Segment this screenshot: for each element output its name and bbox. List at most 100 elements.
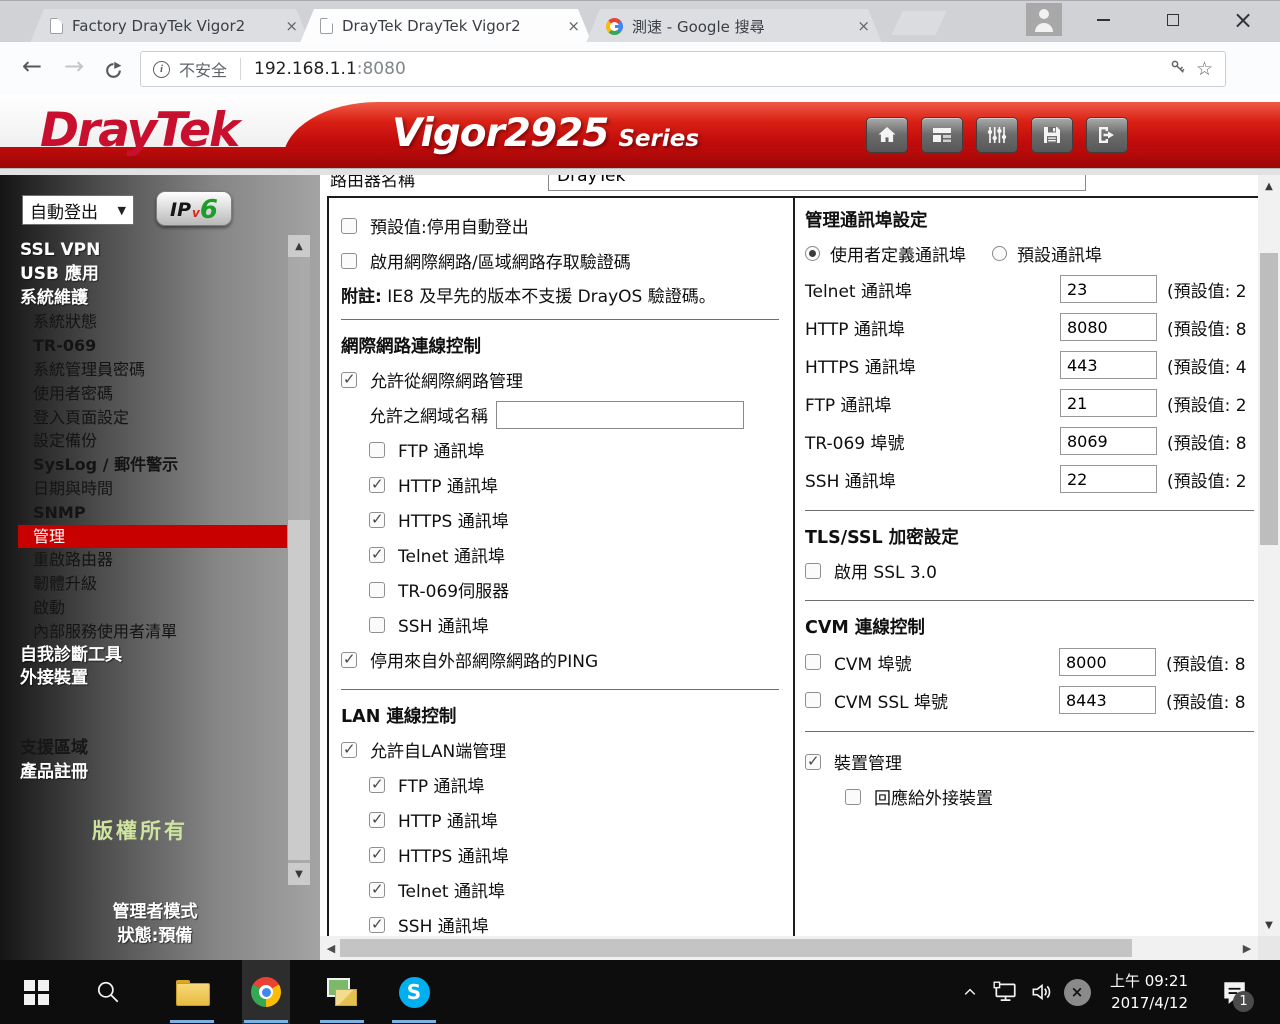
router-name-input[interactable] bbox=[548, 175, 1086, 191]
action-center-button[interactable]: 1 bbox=[1208, 960, 1260, 1024]
wan-https-checkbox[interactable] bbox=[369, 512, 385, 528]
sidebar-item-management-selected[interactable]: 管理 bbox=[18, 525, 287, 549]
tab-close-icon[interactable]: × bbox=[285, 17, 298, 35]
wan-ftp-checkbox[interactable] bbox=[369, 442, 385, 458]
sidebar-item-tr069[interactable]: TR-069 bbox=[0, 334, 320, 358]
allowed-domain-input[interactable] bbox=[496, 401, 744, 429]
bookmark-star-icon[interactable]: ☆ bbox=[1196, 58, 1213, 80]
lan-ftp-checkbox[interactable] bbox=[369, 777, 385, 793]
https-port-input[interactable] bbox=[1060, 351, 1157, 379]
window-close-button[interactable]: × bbox=[1220, 1, 1266, 39]
default-autologout-checkbox[interactable] bbox=[341, 218, 357, 234]
lan-http-checkbox[interactable] bbox=[369, 812, 385, 828]
scroll-up-icon[interactable]: ▲ bbox=[288, 235, 310, 257]
user-defined-port-radio[interactable] bbox=[805, 246, 820, 261]
window-minimize-button[interactable] bbox=[1080, 1, 1126, 39]
sidebar-item-login-page-setup[interactable]: 登入頁面設定 bbox=[0, 406, 320, 430]
sidebar-item-diagnostics[interactable]: 自我診斷工具 bbox=[0, 644, 320, 668]
back-button[interactable]: ← bbox=[22, 52, 42, 80]
sidebar-item-user-password[interactable]: 使用者密碼 bbox=[0, 382, 320, 406]
wan-http-checkbox[interactable] bbox=[369, 477, 385, 493]
device-mgmt-checkbox[interactable] bbox=[805, 754, 821, 770]
wan-telnet-checkbox[interactable] bbox=[369, 547, 385, 563]
scrollbar-thumb[interactable] bbox=[288, 520, 310, 860]
tr069-port-input[interactable] bbox=[1060, 427, 1157, 455]
tab-factory-draytek[interactable]: Factory DrayTek Vigor2 × bbox=[30, 9, 310, 43]
file-explorer-button[interactable] bbox=[168, 960, 216, 1024]
volume-tray-icon[interactable] bbox=[1026, 960, 1058, 1024]
respond-external-checkbox[interactable] bbox=[845, 789, 861, 805]
sidebar-item-system-status[interactable]: 系統狀態 bbox=[0, 310, 320, 334]
info-icon[interactable]: i bbox=[153, 61, 170, 78]
tab-google-search[interactable]: 測速 - Google 搜尋 × bbox=[586, 9, 882, 43]
sidebar-item-product-registration[interactable]: 產品註冊 bbox=[0, 761, 320, 785]
mail-button[interactable] bbox=[318, 960, 366, 1024]
logout-icon[interactable] bbox=[1086, 117, 1128, 153]
sidebar-item-syslog-mail-alert[interactable]: SysLog / 郵件警示 bbox=[0, 453, 320, 477]
lan-telnet-checkbox[interactable] bbox=[369, 882, 385, 898]
sidebar-item-admin-password[interactable]: 系統管理員密碼 bbox=[0, 358, 320, 382]
sidebar-item-support-area[interactable]: 支援區域 bbox=[0, 737, 320, 761]
sidebar-item-internal-service-user-list[interactable]: 內部服務使用者清單 bbox=[0, 620, 320, 644]
scroll-down-icon[interactable]: ▼ bbox=[288, 863, 310, 885]
telnet-port-input[interactable] bbox=[1060, 275, 1157, 303]
http-port-input[interactable] bbox=[1060, 313, 1157, 341]
sidebar-item-ssl-vpn[interactable]: SSL VPN bbox=[0, 239, 320, 263]
sidebar-item-reboot-router[interactable]: 重啟路由器 bbox=[0, 548, 320, 572]
sidebar-item-external-devices[interactable]: 外接裝置 bbox=[0, 667, 320, 691]
taskbar-clock[interactable]: 上午 09:21 2017/4/12 bbox=[1096, 970, 1188, 1014]
content-horizontal-scrollbar[interactable]: ◀ ▶ bbox=[320, 936, 1258, 960]
content-vertical-scrollbar[interactable]: ▲ ▼ bbox=[1258, 175, 1280, 936]
captcha-checkbox[interactable] bbox=[341, 253, 357, 269]
wan-manage-checkbox[interactable] bbox=[341, 372, 357, 388]
search-button[interactable] bbox=[84, 960, 132, 1024]
lan-https-checkbox[interactable] bbox=[369, 847, 385, 863]
ssl3-checkbox[interactable] bbox=[805, 563, 821, 579]
profile-avatar[interactable] bbox=[1026, 3, 1062, 36]
default-port-radio[interactable] bbox=[992, 246, 1007, 261]
scroll-left-icon[interactable]: ◀ bbox=[320, 936, 342, 960]
sidebar-item-firmware-upgrade[interactable]: 韌體升級 bbox=[0, 572, 320, 596]
sidebar-scrollbar[interactable]: ▲ ▼ bbox=[288, 235, 310, 885]
tray-expand-button[interactable] bbox=[955, 960, 985, 1024]
password-key-icon[interactable] bbox=[1169, 58, 1187, 81]
auto-logout-select[interactable]: 自動登出▼ bbox=[22, 195, 134, 225]
scroll-up-icon[interactable]: ▲ bbox=[1258, 175, 1280, 197]
sidebar-item-date-time[interactable]: 日期與時間 bbox=[0, 477, 320, 501]
sidebar-item-config-backup[interactable]: 設定備份 bbox=[0, 429, 320, 453]
chrome-button[interactable] bbox=[242, 960, 290, 1024]
cvm-port-checkbox[interactable] bbox=[805, 654, 821, 670]
start-button[interactable] bbox=[12, 960, 60, 1024]
scroll-down-icon[interactable]: ▼ bbox=[1258, 914, 1280, 936]
tab-draytek-active[interactable]: DrayTek DrayTek Vigor2 × bbox=[300, 9, 592, 43]
skype-button[interactable]: S bbox=[390, 960, 438, 1024]
scrollbar-thumb[interactable] bbox=[1260, 253, 1278, 545]
sidebar-item-snmp[interactable]: SNMP bbox=[0, 501, 320, 525]
lan-ssh-checkbox[interactable] bbox=[369, 917, 385, 933]
wizard-icon[interactable] bbox=[921, 117, 963, 153]
window-maximize-button[interactable] bbox=[1150, 1, 1196, 39]
sidebar-item-activation[interactable]: 啟動 bbox=[0, 596, 320, 620]
scrollbar-thumb[interactable] bbox=[340, 939, 1132, 957]
lan-manage-checkbox[interactable] bbox=[341, 742, 357, 758]
ssh-port-input[interactable] bbox=[1060, 465, 1157, 493]
network-tray-icon[interactable] bbox=[988, 960, 1022, 1024]
sliders-icon[interactable] bbox=[976, 117, 1018, 153]
wan-tr069-checkbox[interactable] bbox=[369, 582, 385, 598]
cvm-ssl-port-input[interactable] bbox=[1059, 686, 1156, 714]
disable-ping-checkbox[interactable] bbox=[341, 652, 357, 668]
tab-close-icon[interactable]: × bbox=[567, 17, 580, 35]
scroll-right-icon[interactable]: ▶ bbox=[1236, 936, 1258, 960]
tab-close-icon[interactable]: × bbox=[857, 17, 870, 35]
new-tab-button[interactable] bbox=[891, 11, 946, 35]
cvm-port-input[interactable] bbox=[1059, 648, 1156, 676]
home-icon[interactable] bbox=[866, 117, 908, 153]
address-bar[interactable]: i 不安全 192.168.1.1:8080 ☆ bbox=[140, 51, 1226, 87]
status-x-tray-icon[interactable]: × bbox=[1060, 960, 1094, 1024]
sidebar-item-usb-application[interactable]: USB 應用 bbox=[0, 263, 320, 287]
cvm-ssl-port-checkbox[interactable] bbox=[805, 692, 821, 708]
sidebar-item-system-maintenance[interactable]: 系統維護 bbox=[0, 287, 320, 311]
wan-ssh-checkbox[interactable] bbox=[369, 617, 385, 633]
forward-button[interactable]: → bbox=[64, 52, 84, 80]
ftp-port-input[interactable] bbox=[1060, 389, 1157, 417]
